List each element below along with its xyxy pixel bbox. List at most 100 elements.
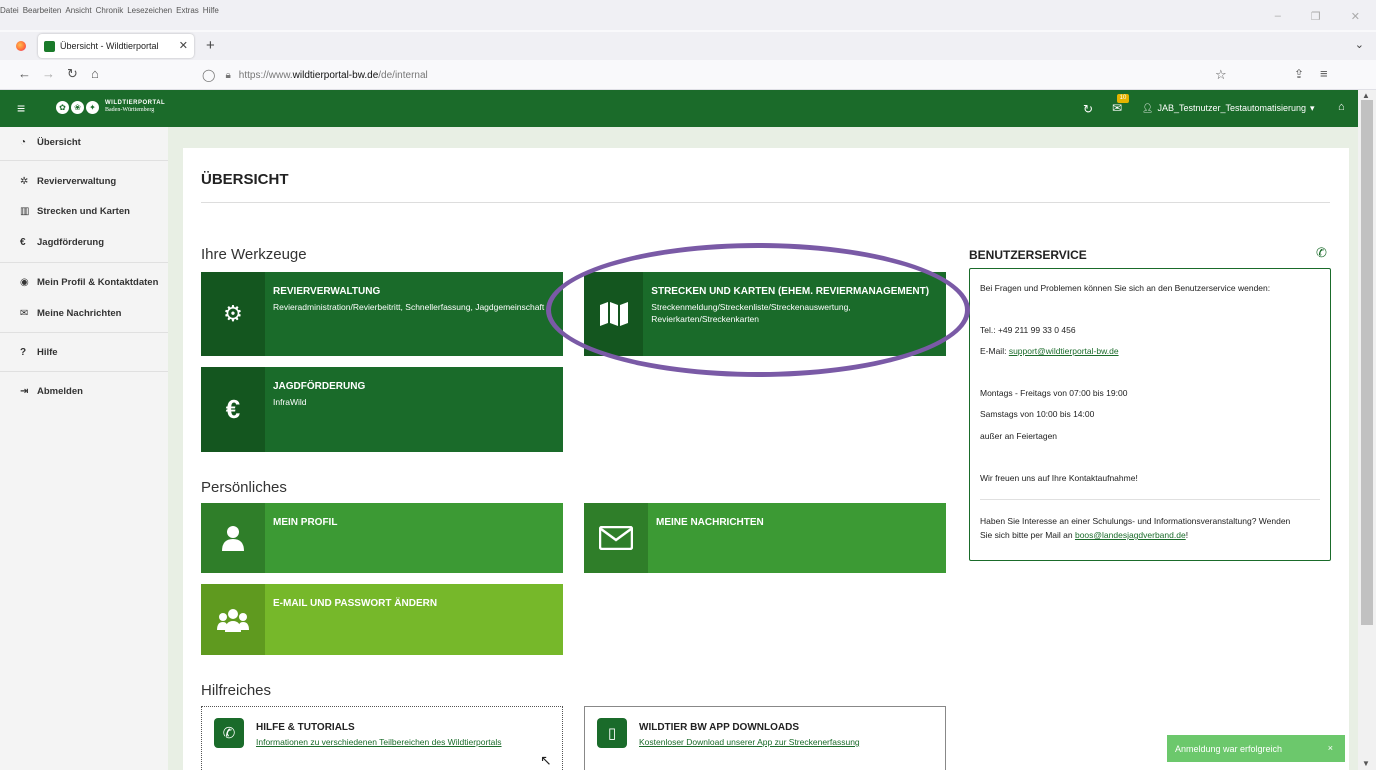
users-icon: [201, 584, 265, 655]
close-window-icon[interactable]: ✕: [1351, 10, 1360, 23]
menu-hilfe[interactable]: Hilfe: [203, 6, 219, 15]
tab-close-icon[interactable]: ✕: [179, 39, 188, 52]
service-hours-holidays: außer an Feiertagen: [980, 431, 1058, 441]
chevron-down-icon[interactable]: ⌄: [1355, 38, 1364, 51]
tile-mein-profil[interactable]: MEIN PROFIL: [201, 503, 563, 573]
favicon-icon: [44, 40, 55, 52]
url-host: wildtierportal-bw.de: [292, 69, 379, 81]
sidebar-item-nachrichten[interactable]: ✉ Meine Nachrichten: [0, 298, 168, 328]
service-email-link[interactable]: support@wildtierportal-bw.de: [1009, 346, 1119, 356]
logo[interactable]: ✿ ❀ ✦ WILDTIERPORTAL Baden-Württemberg: [56, 100, 165, 114]
section-heading-hilfreiches: Hilfreiches: [201, 682, 272, 699]
minimize-icon[interactable]: –: [1275, 10, 1281, 23]
service-email-line: E-Mail: support@wildtierportal-bw.de: [980, 346, 1119, 356]
tile-title: WILDTIER BW APP DOWNLOADS: [639, 722, 799, 733]
tutorials-link[interactable]: Informationen zu verschiedenen Teilberei…: [256, 737, 502, 747]
scroll-down-icon[interactable]: ▼: [1362, 759, 1370, 768]
app-download-link[interactable]: Kostenloser Download unserer App zur Str…: [639, 737, 860, 747]
logo-circle-icon: ✿: [56, 100, 69, 114]
sidebar-item-revierverwaltung[interactable]: ✲ Revierverwaltung: [0, 166, 168, 196]
logo-circle-icon: ✦: [86, 100, 99, 114]
title-divider: [201, 202, 1330, 203]
sidebar-item-profil[interactable]: ◉ Mein Profil & Kontaktdaten: [0, 267, 168, 297]
tile-hilfe-tutorials[interactable]: ✆ HILFE & TUTORIALS Informationen zu ver…: [201, 706, 563, 770]
user-icon: 👤︎: [1142, 103, 1154, 113]
phone-icon: ✆: [214, 718, 244, 748]
tile-title: MEINE NACHRICHTEN: [656, 517, 764, 528]
service-closing: Wir freuen uns auf Ihre Kontaktaufnahme!: [980, 473, 1138, 483]
sidebar-divider: [0, 332, 168, 333]
sidebar-toggle-icon[interactable]: ≡: [17, 100, 25, 116]
menu-chronik[interactable]: Chronik: [96, 6, 124, 15]
tile-email-passwort[interactable]: E-MAIL UND PASSWORT ÄNDERN: [201, 584, 563, 655]
service-hours-saturday: Samstags von 10:00 bis 14:00: [980, 409, 1095, 419]
toast-close-icon[interactable]: ×: [1328, 743, 1333, 753]
share-icon[interactable]: ⇪: [1294, 67, 1304, 81]
sidebar-item-abmelden[interactable]: ⇥ Abmelden: [0, 376, 168, 406]
window-controls: – ❐ ✕: [1275, 10, 1364, 23]
schulung-email-link[interactable]: boos@landesjagdverband.de: [1075, 530, 1186, 540]
firefox-icon: [16, 41, 26, 51]
menu-ansicht[interactable]: Ansicht: [65, 6, 91, 15]
scroll-up-icon[interactable]: ▲: [1362, 91, 1370, 100]
shield-icon[interactable]: ◯: [202, 68, 215, 82]
bookmark-star-icon[interactable]: ☆: [1215, 67, 1227, 83]
user-name: JAB_Testnutzer_Testautomatisierung: [1157, 103, 1307, 113]
sign-out-icon: ⇥: [20, 385, 29, 397]
envelope-icon: [584, 503, 648, 573]
map-icon: ▥: [20, 205, 30, 217]
forward-icon[interactable]: →: [42, 67, 55, 81]
service-tel: Tel.: +49 211 99 33 0 456: [980, 325, 1076, 335]
home-icon[interactable]: ⌂: [1338, 101, 1345, 113]
user-menu[interactable]: 👤︎ JAB_Testnutzer_Testautomatisierung ▾: [1142, 103, 1315, 114]
tab-bar: Übersicht - Wildtierportal ✕ + ⌄: [0, 32, 1376, 60]
section-heading-persoenliches: Persönliches: [201, 479, 287, 496]
envelope-icon[interactable]: ✉: [1112, 101, 1122, 115]
tab-title: Übersicht - Wildtierportal: [60, 41, 159, 51]
sidebar-item-hilfe[interactable]: ? Hilfe: [0, 337, 168, 367]
success-toast: Anmeldung war erfolgreich ×: [1167, 735, 1345, 762]
sidebar-item-jagdfoerderung[interactable]: € Jagdförderung: [0, 227, 168, 257]
menu-extras[interactable]: Extras: [176, 6, 199, 15]
tile-jagdfoerderung[interactable]: € JAGDFÖRDERUNG InfraWild: [201, 367, 563, 452]
sidebar-item-label: Strecken und Karten: [37, 205, 130, 217]
reload-icon[interactable]: ↻: [67, 67, 78, 81]
home-icon[interactable]: ⌂: [91, 67, 99, 81]
hamburger-menu-icon[interactable]: ≡: [1320, 66, 1328, 81]
caret-down-icon: ▾: [1310, 103, 1315, 113]
sidebar-item-strecken-karten[interactable]: ▥ Strecken und Karten: [0, 196, 168, 226]
browser-tab[interactable]: Übersicht - Wildtierportal ✕: [38, 34, 194, 58]
tile-title: JAGDFÖRDERUNG: [273, 381, 366, 392]
logo-line2: Baden-Württemberg: [105, 107, 155, 113]
logo-text: WILDTIERPORTAL Baden-Württemberg: [105, 100, 165, 114]
tile-subtitle: Revieradministration/Revierbeitritt, Sch…: [273, 302, 545, 312]
user-icon: [201, 503, 265, 573]
service-intro: Bei Fragen und Problemen können Sie sich…: [980, 283, 1271, 293]
phone-icon: ✆: [1316, 245, 1327, 260]
menu-bearbeiten[interactable]: Bearbeiten: [23, 6, 62, 15]
new-tab-icon[interactable]: +: [206, 37, 215, 54]
menu-lesezeichen[interactable]: Lesezeichen: [127, 6, 172, 15]
tile-revierverwaltung[interactable]: ⚙ REVIERVERWALTUNG Revieradministration/…: [201, 272, 563, 356]
service-email-label: E-Mail:: [980, 346, 1009, 356]
menu-datei[interactable]: Datei: [0, 6, 19, 15]
tile-meine-nachrichten[interactable]: MEINE NACHRICHTEN: [584, 503, 946, 573]
service-title: BENUTZERSERVICE: [969, 248, 1087, 262]
service-schulung-text: Sie sich bitte per Mail an: [980, 530, 1075, 540]
tile-title: E-MAIL UND PASSWORT ÄNDERN: [273, 598, 438, 609]
refresh-icon[interactable]: ↻: [1083, 102, 1093, 116]
restore-icon[interactable]: ❐: [1311, 10, 1321, 23]
back-icon[interactable]: ←: [18, 67, 31, 81]
url-prefix: https://www.: [238, 69, 293, 81]
lock-icon[interactable]: 🔒︎: [225, 70, 230, 81]
service-schulung-line1: Haben Sie Interesse an einer Schulungs- …: [980, 516, 1291, 526]
url-bar[interactable]: ◯ 🔒︎ https://www. wildtierportal-bw.de/de…: [196, 64, 1236, 86]
sidebar-item-uebersicht[interactable]: ◔ Übersicht: [0, 127, 168, 157]
mobile-icon: ▯: [597, 718, 627, 748]
tile-app-downloads[interactable]: ▯ WILDTIER BW APP DOWNLOADS Kostenloser …: [584, 706, 946, 770]
url-path: /de/internal: [378, 69, 428, 81]
envelope-icon: ✉: [20, 307, 29, 319]
tile-subtitle: InfraWild: [273, 397, 307, 407]
scrollbar-thumb[interactable]: [1361, 100, 1373, 625]
sidebar-divider: [0, 371, 168, 372]
